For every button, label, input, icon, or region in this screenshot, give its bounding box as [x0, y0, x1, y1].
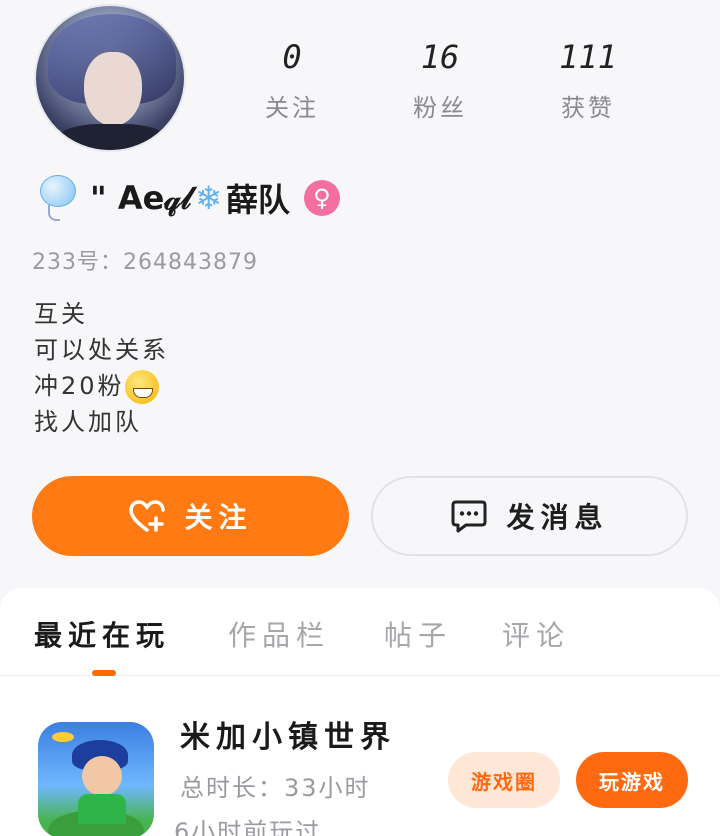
game-title[interactable]: 米加小镇世界: [180, 712, 396, 756]
bio-line: 找人加队: [34, 408, 142, 436]
grin-emoji-icon: [124, 370, 159, 404]
stat-followers-label: 粉丝: [413, 94, 467, 122]
message-button[interactable]: 发消息: [371, 476, 688, 556]
tab-recently-played[interactable]: 最近在玩: [34, 614, 170, 654]
game-app-icon[interactable]: [38, 722, 154, 836]
bio-line: 冲20粉: [34, 368, 169, 404]
user-id: 233号：264843879: [32, 244, 258, 276]
stat-following[interactable]: 0 关注: [232, 36, 352, 123]
chat-bubble-icon: [451, 500, 487, 533]
bio-line-text: 冲20粉: [34, 372, 125, 400]
username-text: " Ae𝓆𝓁: [90, 178, 192, 217]
message-button-label: 发消息: [506, 502, 609, 533]
follow-button[interactable]: 关注: [32, 476, 349, 556]
profile-username: " Ae𝓆𝓁 ❄ 薛队 ♀: [34, 174, 340, 222]
stat-followers-count: 16: [420, 38, 460, 76]
avatar-face: [84, 52, 142, 126]
profile-tabs: 最近在玩 作品栏 帖子 评论: [0, 588, 720, 676]
balloon-icon: [34, 175, 76, 221]
stat-likes-count: 111: [559, 38, 617, 76]
username-suffix: 薛队: [225, 181, 290, 219]
tab-comments[interactable]: 评论: [502, 614, 570, 654]
avatar-collar: [56, 124, 168, 150]
game-last-played: 6小时前玩过: [174, 818, 322, 836]
game-circle-button[interactable]: 游戏圈: [448, 752, 560, 808]
bio-line: 互关: [34, 300, 88, 328]
follow-button-label: 关注: [184, 502, 253, 533]
stat-likes[interactable]: 111 获赞: [528, 36, 648, 123]
active-tab-indicator: [92, 670, 116, 676]
profile-avatar[interactable]: [34, 4, 186, 152]
stat-following-label: 关注: [265, 94, 319, 122]
stat-likes-label: 获赞: [561, 94, 615, 122]
game-total-time: 总时长：33小时: [180, 774, 371, 802]
female-gender-icon: ♀: [303, 180, 340, 216]
user-id-value: 264843879: [123, 250, 258, 275]
play-game-button[interactable]: 玩游戏: [576, 752, 688, 808]
stat-followers[interactable]: 16 粉丝: [380, 36, 500, 123]
heart-plus-icon: [129, 500, 166, 532]
tab-works[interactable]: 作品栏: [228, 614, 330, 654]
profile-bio: 互关 可以处关系 冲20粉 找人加队: [34, 296, 169, 440]
user-id-label: 233号：: [32, 250, 123, 275]
tab-posts[interactable]: 帖子: [384, 614, 452, 654]
bio-line: 可以处关系: [34, 336, 169, 364]
snowflake-icon: ❄: [195, 179, 222, 217]
profile-stats: 0 关注 16 粉丝 111 获赞: [220, 36, 660, 126]
stat-following-count: 0: [282, 38, 302, 76]
